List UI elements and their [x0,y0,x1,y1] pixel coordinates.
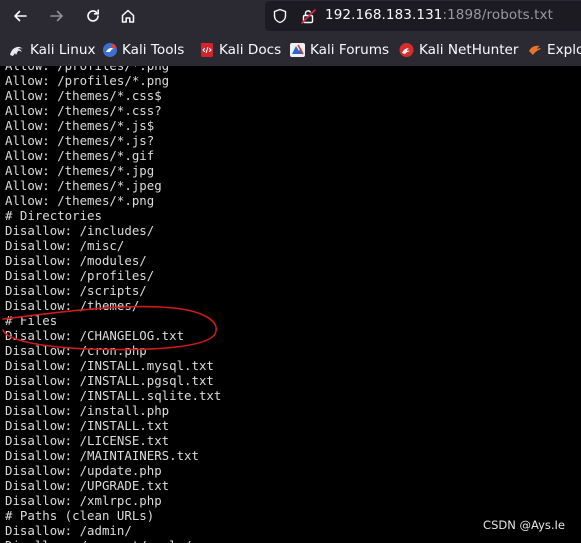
robots-rule-line: Allow: /themes/*.jpg [5,163,155,178]
robots-rule-line: Disallow: /profiles/ [5,268,155,283]
bookmark-exploit-db[interactable]: Explo [527,40,581,60]
back-button[interactable] [7,3,33,29]
navigation-toolbar: 192.168.183.131:1898/robots.txt [0,0,581,33]
robots-rule-line: Disallow: /UPGRADE.txt [5,478,170,493]
bookmark-label: Kali Docs [219,42,282,58]
bookmark-kali-tools[interactable]: Kali Tools [102,40,184,60]
robots-rule-line: Disallow: /modules/ [5,253,147,268]
robots-comment-line: # Paths (clean URLs) [5,508,155,523]
robots-rule-line: Allow: /themes/*.gif [5,148,155,163]
robots-rule-line: Allow: /themes/*.js? [5,133,155,148]
robots-rule-line: Allow: /themes/*.css? [5,103,162,118]
robots-rule-line: Disallow: /includes/ [5,223,155,238]
bookmark-kali-forums[interactable]: Kali Forums [289,40,389,60]
robots-rule-line: Disallow: /admin/ [5,523,132,538]
kali-forums-icon [290,43,305,57]
kali-nethunter-icon [399,43,414,57]
robots-rule-line: Disallow: /xmlrpc.php [5,493,162,508]
watermark: CSDN @Ays.Ie [483,518,565,532]
robots-rule-line: Disallow: /INSTALL.mysql.txt [5,358,214,373]
robots-rule-line: Disallow: /misc/ [5,238,125,253]
robots-rule-line: Disallow: /themes/ [5,298,140,313]
robots-rule-line: Allow: /profiles/*.png [5,66,221,73]
reload-button[interactable] [80,3,106,29]
home-button[interactable] [115,3,141,29]
robots-rule-line: Allow: /themes/*.css$ [5,88,162,103]
robots-rule-line: Disallow: /CHANGELOG.txt [5,328,185,343]
insecure-connection-icon[interactable] [300,8,317,25]
bookmarks-toolbar: Kali Linux Kali Tools Kali Docs Kali For… [0,33,581,67]
url-path: :1898/robots.txt [442,7,554,23]
robots-comment-line: # Directories [5,208,102,223]
bookmark-label: Kali Tools [122,42,185,58]
kali-dragon-icon [10,46,23,56]
bookmark-label: Explo [547,42,581,58]
robots-rule-line: Allow: /themes/*.png [5,193,155,208]
url-text[interactable]: 192.168.183.131:1898/robots.txt [325,7,553,23]
page-content: Allow: /profiles/*.pngAllow: /profiles/*… [0,66,581,543]
bookmark-kali-linux[interactable]: Kali Linux [8,40,96,60]
robots-rule-line: Disallow: /INSTALL.txt [5,418,170,433]
robots-rule-line: Allow: /themes/*.js$ [5,118,155,133]
kali-tools-icon [103,43,117,57]
forward-arrow-icon [50,10,63,22]
robots-rule-line: Allow: /profiles/*.png [5,73,170,88]
bookmark-label: Kali Linux [30,42,96,58]
bookmark-kali-docs[interactable]: Kali Docs [199,40,281,60]
bookmark-label: Kali NetHunter [419,42,519,58]
bookmark-kali-nethunter[interactable]: Kali NetHunter [398,40,518,60]
robots-rule-line: Disallow: /install.php [5,403,170,418]
kali-docs-icon [201,43,213,57]
robots-comment-line: # Files [5,313,58,328]
address-bar[interactable]: 192.168.183.131:1898/robots.txt [265,1,581,31]
browser-window: 192.168.183.131:1898/robots.txt Kali Lin… [0,0,581,543]
reload-icon [87,9,99,22]
url-host: 192.168.183.131 [325,7,443,23]
robots-rule-line: Disallow: /scripts/ [5,283,147,298]
robots-rule-line: Disallow: /LICENSE.txt [5,433,170,448]
robots-txt-text: Allow: /profiles/*.pngAllow: /profiles/*… [5,66,221,543]
robots-rule-line: Disallow: /comment/reply/ [5,538,221,543]
robots-rule-line: Disallow: /MAINTAINERS.txt [5,448,199,463]
robots-rule-line: Disallow: /INSTALL.pgsql.txt [5,373,214,388]
robots-rule-line: Allow: /themes/*.jpeg [5,178,162,193]
robots-rule-line: Disallow: /update.php [5,463,162,478]
back-arrow-icon [14,10,27,22]
robots-rule-line: Disallow: /INSTALL.sqlite.txt [5,388,222,403]
robots-rule-line: Disallow: /cron.php [5,343,147,358]
bookmark-label: Kali Forums [310,42,390,58]
exploit-db-icon [529,45,541,55]
tracking-protection-shield-icon[interactable] [272,8,288,24]
home-icon [121,9,135,23]
forward-button[interactable] [44,3,70,29]
